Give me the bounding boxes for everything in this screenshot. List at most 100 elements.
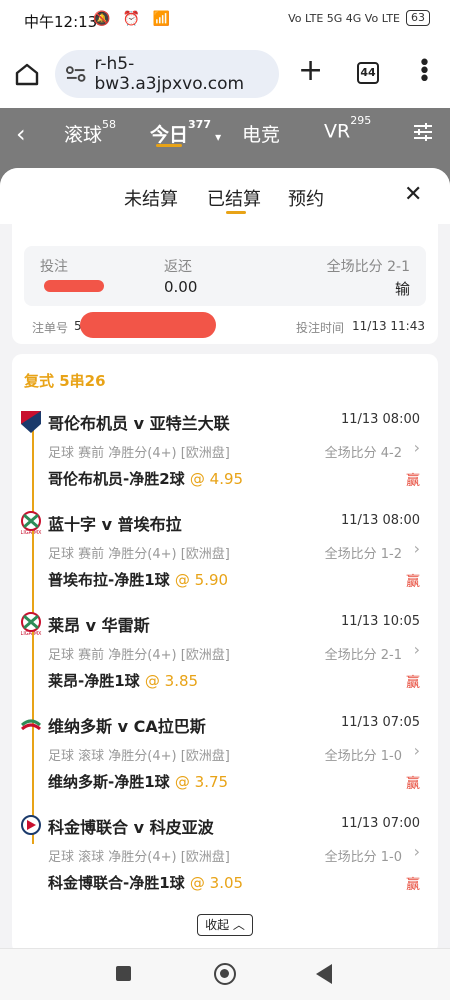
status-time: 中午12:13: [24, 13, 98, 31]
match-pick: 科金博联合-净胜1球 @ 3.05: [48, 872, 243, 893]
pick-label: 维纳多斯-净胜1球: [48, 773, 170, 791]
match-pick: 哥伦布机员-净胜2球 @ 4.95: [48, 468, 243, 489]
team-logo-icon: LIGA MX: [21, 612, 42, 636]
chevron-right-icon[interactable]: ›: [414, 741, 420, 760]
tab-unsettled[interactable]: 未结算: [124, 185, 178, 211]
chevron-right-icon[interactable]: ›: [414, 842, 420, 861]
browser-menu-button[interactable]: • • •: [418, 53, 431, 91]
parlay-title: 复式 5串26: [24, 372, 106, 390]
match-teams: 哥伦布机员 v 亚特兰大联: [48, 414, 230, 433]
home-button-icon[interactable]: [214, 963, 236, 985]
chevron-right-icon[interactable]: ›: [414, 640, 420, 659]
status-bar: 中午12:13 🔕 ⏰ 📶 Vo LTE 5G 4G Vo LTE 63: [0, 0, 450, 40]
nav-item-label: 滚球: [64, 124, 103, 146]
match-row[interactable]: 科金博联合 v 科皮亚波 11/13 07:00 足球 滚球 净胜分(4+) […: [12, 802, 438, 902]
pick-label: 科金博联合-净胜1球: [48, 874, 185, 892]
match-result: 赢: [406, 675, 420, 691]
nav-item-label: VR: [324, 120, 351, 143]
pick-label: 莱昂-净胜1球: [48, 672, 140, 690]
bet-time-value: 11/13 11:43: [352, 319, 425, 333]
match-result: 赢: [406, 776, 420, 792]
match-row[interactable]: LIGA MX 蓝十字 v 普埃布拉 11/13 08:00 足球 赛前 净胜分…: [12, 499, 438, 599]
collapse-button[interactable]: 收起 ︿: [197, 914, 253, 936]
nav-item-vr[interactable]: VR295: [324, 114, 371, 143]
match-row[interactable]: 维纳多斯 v CA拉巴斯 11/13 07:05 足球 滚球 净胜分(4+) […: [12, 701, 438, 801]
match-pick: 普埃布拉-净胜1球 @ 5.90: [48, 569, 228, 590]
match-result: 赢: [406, 473, 420, 489]
bet-amount-label: 投注: [40, 259, 68, 275]
battery-icon: 63: [406, 10, 430, 26]
nav-item-live[interactable]: 滚球58: [64, 117, 117, 147]
chevron-down-icon: ▾: [210, 130, 222, 144]
match-time: 11/13 08:00: [340, 513, 420, 528]
pick-odds: @ 5.90: [174, 571, 229, 589]
match-row[interactable]: 哥伦布机员 v 亚特兰大联 11/13 08:00 足球 赛前 净胜分(4+) …: [12, 398, 438, 498]
sheet-tabs: 未结算 已结算 预约 ✕: [0, 168, 450, 224]
nav-item-label: 今日: [150, 124, 189, 146]
return-value: 0.00: [164, 278, 198, 296]
url-text: r-h5-bw3.a3jpxvo.com: [94, 54, 245, 94]
return-label: 返还: [164, 259, 192, 275]
bet-result: 输: [394, 280, 410, 298]
final-score: 全场比分 2-1: [326, 259, 410, 275]
network-indicator: Vo LTE 5G 4G Vo LTE: [288, 11, 400, 25]
match-score: 全场比分 2-1: [324, 648, 402, 663]
match-time: 11/13 07:05: [340, 715, 420, 730]
match-row[interactable]: LIGA MX 莱昂 v 华雷斯 11/13 10:05 足球 赛前 净胜分(4…: [12, 600, 438, 700]
filter-icon[interactable]: [412, 121, 434, 143]
match-score: 全场比分 1-0: [324, 749, 402, 764]
team-logo-icon: [21, 815, 41, 835]
back-icon[interactable]: [316, 964, 332, 984]
match-teams: 科金博联合 v 科皮亚波: [48, 818, 214, 837]
tab-switcher-button[interactable]: 44: [357, 62, 379, 84]
system-nav-bar: [0, 948, 450, 1000]
match-teams: 维纳多斯 v CA拉巴斯: [48, 717, 206, 736]
svg-text:LIGA MX: LIGA MX: [21, 631, 42, 636]
match-teams: 莱昂 v 华雷斯: [48, 616, 150, 635]
match-teams: 蓝十字 v 普埃布拉: [48, 515, 182, 534]
new-tab-button[interactable]: +: [298, 56, 323, 86]
nav-item-today[interactable]: 今日377 ▾: [150, 117, 222, 147]
chevron-right-icon[interactable]: ›: [414, 539, 420, 558]
pick-odds: @ 3.05: [189, 874, 244, 892]
sheet-content: 投注 返还 0.00 全场比分 2-1 输 注单号 50 投注时间 11/13 …: [0, 224, 450, 948]
match-pick: 莱昂-净胜1球 @ 3.85: [48, 670, 198, 691]
match-time: 11/13 08:00: [340, 412, 420, 427]
close-icon[interactable]: ✕: [404, 182, 422, 207]
match-info: 足球 滚球 净胜分(4+) [欧洲盘]: [48, 850, 230, 865]
match-info: 足球 赛前 净胜分(4+) [欧洲盘]: [48, 446, 230, 461]
redacted-bet-amount: [44, 280, 104, 292]
status-right: Vo LTE 5G 4G Vo LTE 63: [288, 10, 430, 26]
home-icon[interactable]: [14, 62, 40, 86]
team-logo-icon: [21, 411, 41, 433]
url-field[interactable]: r-h5-bw3.a3jpxvo.com: [55, 50, 279, 98]
match-score: 全场比分 1-2: [324, 547, 402, 562]
app-nav: ‹ 滚球58 今日377 ▾ 电竞 VR295: [0, 108, 450, 158]
site-settings-icon[interactable]: [65, 65, 86, 83]
match-score: 全场比分 4-2: [324, 446, 402, 461]
order-number-label: 注单号: [32, 321, 69, 335]
bet-time-label: 投注时间: [296, 321, 345, 335]
chevron-right-icon[interactable]: ›: [414, 438, 420, 457]
recent-apps-icon[interactable]: [116, 966, 131, 981]
parlay-detail-card: 复式 5串26 哥伦布机员 v 亚特兰大联 11/13 08:00 足球 赛前 …: [12, 354, 438, 948]
match-info: 足球 滚球 净胜分(4+) [欧洲盘]: [48, 749, 230, 764]
match-result: 赢: [406, 574, 420, 590]
nav-item-count: 377: [188, 117, 211, 131]
match-info: 足球 赛前 净胜分(4+) [欧洲盘]: [48, 547, 230, 562]
tab-scheduled[interactable]: 预约: [288, 185, 324, 211]
match-time: 11/13 10:05: [340, 614, 420, 629]
nav-item-esports[interactable]: 电竞: [242, 120, 280, 147]
match-time: 11/13 07:00: [340, 816, 420, 831]
match-pick: 维纳多斯-净胜1球 @ 3.75: [48, 771, 228, 792]
back-button[interactable]: ‹: [16, 120, 26, 148]
tab-settled[interactable]: 已结算: [207, 185, 261, 211]
bet-summary-box: 投注 返还 0.00 全场比分 2-1 输: [24, 246, 426, 306]
match-result: 赢: [406, 877, 420, 893]
nav-item-count: 295: [350, 114, 372, 127]
bet-summary-card: 投注 返还 0.00 全场比分 2-1 输 注单号 50 投注时间 11/13 …: [12, 224, 438, 344]
nav-item-count: 58: [102, 117, 117, 131]
redacted-order-number: [80, 312, 216, 338]
pick-odds: @ 3.75: [174, 773, 229, 791]
pick-label: 哥伦布机员-净胜2球: [48, 470, 185, 488]
